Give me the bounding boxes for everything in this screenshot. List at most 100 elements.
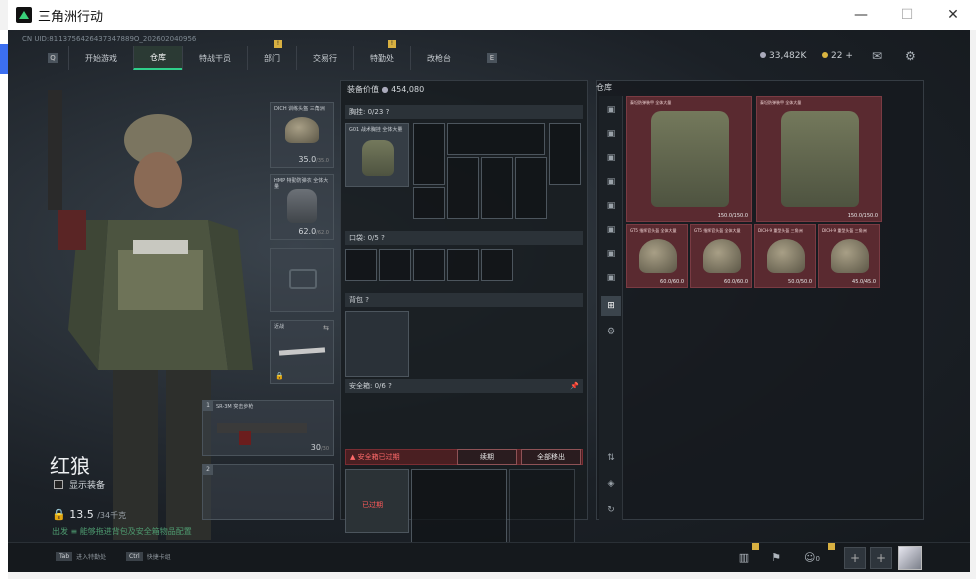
tab-6[interactable]: 改枪台 bbox=[410, 46, 467, 70]
tab-4[interactable]: 交易行 bbox=[296, 46, 353, 70]
rig-cell[interactable] bbox=[447, 123, 545, 155]
invite-slot-1[interactable]: + bbox=[844, 547, 866, 569]
rig-cell[interactable] bbox=[515, 157, 547, 219]
tab-2[interactable]: 特战干员 bbox=[182, 46, 247, 70]
tab-5[interactable]: 特勤处! bbox=[353, 40, 410, 70]
tab-shortcut[interactable]: Tab 进入特勤处 bbox=[56, 552, 106, 561]
helmet-durability-value: 35.0 bbox=[298, 155, 317, 164]
coin-small-icon: ● bbox=[381, 85, 389, 94]
tab-1[interactable]: 仓库 bbox=[133, 46, 182, 70]
ctrl-shortcut[interactable]: Ctrl 快捷卡组 bbox=[126, 552, 171, 561]
tab-shortcut-label: 进入特勤处 bbox=[76, 554, 107, 561]
storage-tab-3-icon[interactable]: ▣ bbox=[601, 148, 621, 168]
helmet-image bbox=[639, 239, 677, 273]
flag-icon[interactable]: ⚑ bbox=[766, 548, 786, 568]
tab-label: 改枪台 bbox=[427, 53, 451, 63]
minimize-button[interactable]: — bbox=[838, 0, 884, 30]
pistol-slot[interactable] bbox=[270, 248, 334, 312]
storage-settings-icon[interactable]: ⚙ bbox=[601, 322, 621, 342]
armor-vest-image bbox=[651, 111, 729, 207]
operator-name: 红狼 bbox=[50, 454, 90, 478]
armor-slot[interactable]: HMP 特勤防弹衣 全体大量 62.0/62.0 bbox=[270, 174, 334, 240]
carry-note: 出发 ≡ 能够拖进背包及安全箱物品配置 bbox=[52, 527, 192, 536]
swap-icon[interactable]: ⇆ bbox=[323, 324, 329, 332]
lock-icon: 🔒 bbox=[275, 372, 284, 380]
backpack-slot[interactable] bbox=[345, 311, 409, 377]
sort-icon[interactable]: ⇅ bbox=[601, 448, 621, 468]
chest-rig-label: 胸挂: bbox=[349, 108, 368, 116]
primary-ammo-max: /30 bbox=[320, 446, 329, 452]
melee-slot[interactable]: 近战 ⇆ 🔒 bbox=[270, 320, 334, 384]
storage-tab-6-icon[interactable]: ▣ bbox=[601, 220, 621, 240]
gold-display[interactable]: 22 + bbox=[822, 51, 853, 61]
recycle-icon[interactable]: ↻ bbox=[601, 500, 621, 520]
storage-item-durability: 50.0/50.0 bbox=[788, 279, 812, 285]
window-title: 三角洲行动 bbox=[38, 9, 104, 25]
storage-tab-5-icon[interactable]: ▣ bbox=[601, 196, 621, 216]
show-gear-checkbox[interactable] bbox=[54, 480, 63, 489]
storage-tab-2-icon[interactable]: ▣ bbox=[601, 124, 621, 144]
left-edge bbox=[0, 30, 8, 579]
secondary-weapon-slot[interactable]: 2 bbox=[202, 464, 334, 520]
storage-item-helmet[interactable]: GT5 指挥官头盔 全体大量 60.0/60.0 bbox=[626, 224, 688, 288]
show-gear-toggle[interactable]: 显示装备 bbox=[54, 478, 105, 491]
nav-left-key[interactable]: Q bbox=[48, 53, 58, 63]
storage-item-helmet[interactable]: DICH-9 重型头盔 三角洲 50.0/50.0 bbox=[754, 224, 816, 288]
chest-rig-help-icon[interactable]: ? bbox=[386, 108, 390, 116]
storage-item-label: DICH-9 重型头盔 三角洲 bbox=[822, 228, 867, 233]
storage-item-durability: 60.0/60.0 bbox=[660, 279, 684, 285]
tab-0[interactable]: 开始游戏 bbox=[68, 46, 133, 70]
maximize-button[interactable]: ☐ bbox=[884, 0, 930, 30]
tab-3[interactable]: 部门! bbox=[247, 40, 296, 70]
tab-label: 仓库 bbox=[150, 52, 166, 62]
pockets-help-icon[interactable]: ? bbox=[381, 234, 385, 242]
helmet-durability-max: /35.0 bbox=[316, 158, 329, 164]
storage-tab-4-icon[interactable]: ▣ bbox=[601, 172, 621, 192]
mail-icon[interactable]: ✉ bbox=[872, 49, 882, 63]
pocket-cell[interactable] bbox=[379, 249, 411, 281]
storage-tab-1-icon[interactable]: ▣ bbox=[601, 100, 621, 120]
pocket-cell[interactable] bbox=[481, 249, 513, 281]
storage-item-helmet[interactable]: DICH-9 重型头盔 三角洲 45.0/45.0 bbox=[818, 224, 880, 288]
rig-cell[interactable] bbox=[481, 157, 513, 219]
nav-right-key[interactable]: E bbox=[487, 53, 497, 63]
storage-item-durability: 150.0/150.0 bbox=[717, 213, 748, 219]
pin-icon[interactable]: 📌 bbox=[570, 379, 579, 393]
renew-button[interactable]: 续期 bbox=[457, 449, 517, 465]
helmet-slot[interactable]: DICH 训练头盔 三角洲 35.0/35.0 bbox=[270, 102, 334, 168]
friends-icon[interactable]: ☺0 bbox=[798, 548, 826, 568]
pocket-cell[interactable] bbox=[345, 249, 377, 281]
pocket-cell[interactable] bbox=[447, 249, 479, 281]
storage-item-vest[interactable]: 泰坦防弹装甲 全体大量 150.0/150.0 bbox=[626, 96, 752, 222]
coins-value: 33,482K bbox=[769, 51, 807, 61]
storage-item-helmet[interactable]: GT5 指挥官头盔 全体大量 60.0/60.0 bbox=[690, 224, 752, 288]
pockets-count: 0/5 bbox=[367, 234, 379, 242]
tab-label: 特战干员 bbox=[199, 53, 231, 63]
rig-cell[interactable] bbox=[447, 157, 479, 219]
storage-item-vest[interactable]: 泰坦防弹装甲 全体大量 150.0/150.0 bbox=[756, 96, 882, 222]
storage-item-label: GT5 指挥官头盔 全体大量 bbox=[630, 228, 677, 233]
safebox-item[interactable]: 已过期 bbox=[345, 469, 409, 533]
rig-cell[interactable] bbox=[413, 187, 445, 219]
invite-slot-2[interactable]: + bbox=[870, 547, 892, 569]
rig-cell[interactable] bbox=[413, 123, 445, 185]
close-button[interactable]: ✕ bbox=[930, 0, 976, 30]
pocket-cell[interactable] bbox=[413, 249, 445, 281]
player-avatar[interactable] bbox=[898, 546, 922, 570]
storage-grid-icon[interactable]: ⊞ bbox=[601, 296, 621, 316]
stats-icon[interactable]: ▥ bbox=[734, 548, 754, 568]
chest-rig-item[interactable]: G01 战术胸挂 全体大量 bbox=[345, 123, 409, 187]
primary-slot-number: 1 bbox=[203, 401, 213, 411]
left-edge-tab[interactable] bbox=[0, 44, 8, 74]
stats-badge bbox=[752, 543, 759, 550]
storage-tab-7-icon[interactable]: ▣ bbox=[601, 244, 621, 264]
settings-gear-icon[interactable]: ⚙ bbox=[905, 49, 916, 63]
move-all-button[interactable]: 全部移出 bbox=[521, 449, 581, 465]
backpack-help-icon[interactable]: ? bbox=[365, 296, 369, 304]
safebox-help-icon[interactable]: ? bbox=[388, 382, 392, 390]
rig-cell[interactable] bbox=[549, 123, 581, 185]
layers-icon[interactable]: ◈ bbox=[601, 474, 621, 494]
storage-tab-8-icon[interactable]: ▣ bbox=[601, 268, 621, 288]
primary-weapon-slot[interactable]: 1 SR-3M 突击步枪 30/30 bbox=[202, 400, 334, 456]
show-gear-label: 显示装备 bbox=[69, 481, 106, 491]
